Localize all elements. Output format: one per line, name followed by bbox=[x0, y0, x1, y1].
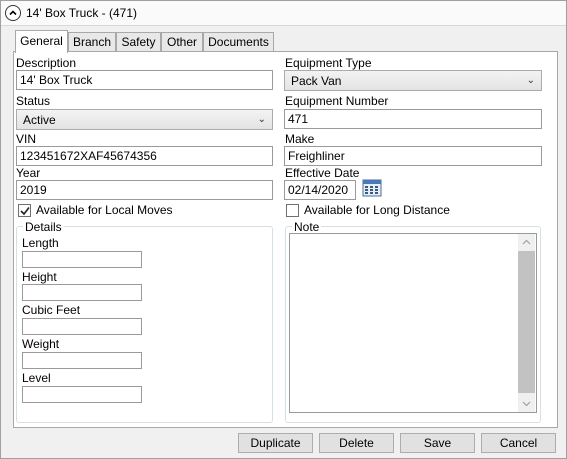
weight-field[interactable] bbox=[22, 352, 142, 369]
length-field[interactable] bbox=[22, 251, 142, 268]
scroll-down-icon bbox=[522, 401, 531, 407]
duplicate-button[interactable]: Duplicate bbox=[238, 433, 313, 453]
make-label: Make bbox=[285, 132, 315, 146]
cubic-feet-field[interactable] bbox=[22, 318, 142, 335]
calendar-icon bbox=[362, 179, 382, 197]
chevron-up-icon bbox=[9, 10, 17, 16]
local-moves-checkbox[interactable] bbox=[18, 204, 31, 217]
length-label: Length bbox=[22, 236, 59, 250]
tab-documents[interactable]: Documents bbox=[203, 32, 274, 51]
equipment-type-select[interactable]: Pack Van ⌄ bbox=[284, 70, 542, 91]
cancel-button[interactable]: Cancel bbox=[481, 433, 556, 453]
cubic-feet-label: Cubic Feet bbox=[22, 303, 81, 317]
window-title: 14' Box Truck - (471) bbox=[26, 6, 137, 20]
equipment-number-field[interactable]: 471 bbox=[284, 109, 542, 129]
description-field[interactable]: 14' Box Truck bbox=[16, 70, 273, 90]
tab-branch[interactable]: Branch bbox=[68, 32, 116, 51]
status-label: Status bbox=[16, 94, 51, 108]
tab-other[interactable]: Other bbox=[161, 32, 203, 51]
collapse-button[interactable] bbox=[5, 5, 21, 21]
status-select[interactable]: Active ⌄ bbox=[16, 109, 273, 130]
effective-date-field[interactable]: 02/14/2020 bbox=[284, 180, 356, 200]
note-scrollbar[interactable] bbox=[518, 234, 535, 412]
save-button[interactable]: Save bbox=[400, 433, 475, 453]
local-moves-label: Available for Local Moves bbox=[36, 203, 173, 217]
equipment-type-value: Pack Van bbox=[291, 74, 342, 88]
height-label: Height bbox=[22, 270, 57, 284]
chevron-down-icon: ⌄ bbox=[257, 114, 266, 125]
vin-field[interactable]: 123451672XAF45674356 bbox=[16, 146, 273, 166]
vin-label: VIN bbox=[16, 132, 37, 146]
calendar-button[interactable] bbox=[362, 179, 382, 197]
delete-button[interactable]: Delete bbox=[319, 433, 394, 453]
make-field[interactable]: Freighliner bbox=[284, 146, 542, 166]
equipment-number-label: Equipment Number bbox=[285, 94, 389, 108]
level-label: Level bbox=[22, 371, 51, 385]
long-distance-label: Available for Long Distance bbox=[304, 203, 450, 217]
tab-general[interactable]: General bbox=[15, 30, 68, 53]
equipment-window: 14' Box Truck - (471) General Branch Saf… bbox=[0, 0, 567, 459]
year-label: Year bbox=[16, 166, 41, 180]
long-distance-checkbox[interactable] bbox=[286, 204, 299, 217]
title-bar: 14' Box Truck - (471) bbox=[1, 1, 566, 26]
level-field[interactable] bbox=[22, 386, 142, 403]
status-value: Active bbox=[23, 113, 56, 127]
details-title: Details bbox=[23, 220, 64, 234]
weight-label: Weight bbox=[22, 337, 60, 351]
scrollbar-thumb[interactable] bbox=[518, 251, 535, 393]
chevron-down-icon: ⌄ bbox=[526, 75, 535, 86]
tab-safety[interactable]: Safety bbox=[116, 32, 161, 51]
height-field[interactable] bbox=[22, 284, 142, 301]
note-textarea[interactable] bbox=[289, 233, 537, 413]
effective-date-label: Effective Date bbox=[285, 166, 360, 180]
year-field[interactable]: 2019 bbox=[16, 180, 273, 200]
description-label: Description bbox=[16, 56, 77, 70]
checkmark-icon bbox=[20, 207, 30, 216]
scroll-up-icon bbox=[522, 239, 531, 245]
equipment-type-label: Equipment Type bbox=[285, 56, 372, 70]
note-title: Note bbox=[292, 220, 322, 234]
